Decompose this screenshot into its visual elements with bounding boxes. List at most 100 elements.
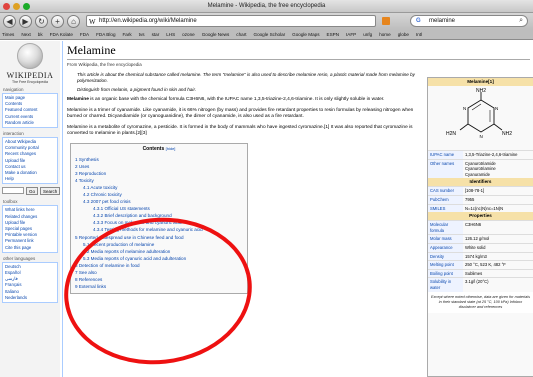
bookmark-item[interactable]: Next — [21, 32, 30, 37]
struct-label-n1: N — [495, 106, 498, 111]
minimize-window-button[interactable] — [13, 3, 20, 10]
infobox-value: White solid — [465, 244, 486, 250]
toc-item[interactable]: 4.3.4 Testing methods for melamine and c… — [75, 226, 243, 233]
toc-item[interactable]: 1 Synthesis — [75, 156, 243, 163]
infobox-row: Boiling point Sublimes — [428, 268, 533, 278]
bookmark-item[interactable]: Fark — [123, 32, 132, 37]
toc-item[interactable]: 5 Reported widespread use in Chinese fee… — [75, 234, 243, 241]
bookmark-item[interactable]: LHS — [166, 32, 175, 37]
bookmark-item[interactable]: Google News — [202, 32, 230, 37]
infobox-key[interactable]: IUPAC name — [428, 151, 463, 159]
infobox-key[interactable]: Density — [428, 252, 463, 261]
back-button[interactable]: ◀ — [3, 15, 16, 28]
bookmark-item[interactable]: globe — [398, 32, 409, 37]
infobox-value: N=1c(nc(N)nc=1N)N — [465, 205, 504, 211]
struct-label-n3: N — [480, 134, 483, 139]
close-window-button[interactable] — [3, 3, 10, 10]
search-button[interactable]: Search — [40, 187, 60, 196]
intro-paragraph-1-text: is an organic base with the chemical for… — [88, 97, 385, 102]
struct-label-right: NH2 — [502, 131, 512, 137]
bookmark-item[interactable]: Times — [2, 32, 14, 37]
infobox-key[interactable]: Boiling point — [428, 269, 463, 278]
infobox-key[interactable]: Melting point — [428, 261, 463, 269]
languages-heading: other languages — [3, 255, 36, 261]
forward-button[interactable]: ▶ — [19, 15, 32, 28]
toc-item[interactable]: 7 See also — [75, 269, 243, 276]
melamine-structure-image[interactable]: NH2 H2N NH2 N N N — [428, 86, 533, 150]
toc-item[interactable]: 4 Toxicity — [75, 177, 243, 184]
infobox-row: Molar mass 126.12 g/mol — [428, 234, 533, 243]
home-button[interactable]: ⌂ — [67, 15, 80, 28]
bookmark-item[interactable]: ESPN — [327, 32, 340, 37]
toc-item[interactable]: 4.3 2007 pet food crisis — [75, 198, 243, 205]
wikipedia-favicon-icon: W — [89, 18, 96, 26]
wikipedia-logo[interactable]: WIKIPEDIA The Free Encyclopedia — [0, 43, 60, 85]
infobox-key[interactable]: PubChem — [428, 195, 463, 204]
toc-item[interactable]: 5.1 Recent production of melamine — [75, 241, 243, 248]
google-icon: G — [416, 18, 421, 24]
bookmark-item[interactable]: ozone — [182, 32, 195, 37]
infobox-value: Cyanurotriamide Cyanurotriamine Cyanuram… — [465, 160, 496, 177]
toc-item[interactable]: 9 External links — [75, 283, 243, 290]
bookmark-item[interactable]: tvs — [139, 32, 145, 37]
infobox-key[interactable]: CAS number — [428, 187, 463, 195]
toc-item[interactable]: 4.2 Chronic toxicity — [75, 191, 243, 198]
bookmark-item[interactable]: FDA Kolate — [50, 32, 73, 37]
bookmark-item[interactable]: home — [379, 32, 391, 37]
infobox-value: 250 °C, 523 K, 482 °F — [465, 262, 506, 268]
toolbox-heading: toolbox — [3, 199, 18, 205]
lead-term: Melamine — [67, 97, 89, 102]
reload-button[interactable]: ↻ — [35, 15, 48, 28]
zoom-window-button[interactable] — [23, 3, 30, 10]
toc-item[interactable]: 5.3 Media reports of cyanuric acid and a… — [75, 255, 243, 262]
toc-hide-link[interactable]: [hide] — [166, 146, 176, 151]
rss-icon[interactable] — [382, 17, 390, 25]
bookmark-item[interactable]: Intl — [416, 32, 422, 37]
search-field[interactable]: G melamine ⌕ — [410, 15, 528, 27]
address-bar[interactable]: W http://en.wikipedia.org/wiki/Melamine — [86, 15, 376, 27]
infobox-key[interactable]: SMILES — [428, 204, 463, 213]
infobox-key[interactable]: Other names — [428, 159, 463, 179]
infobox-value: 3.1g/l (20°C) — [465, 279, 489, 285]
bookmark-item[interactable]: chart — [236, 32, 246, 37]
bookmark-item[interactable]: unfg — [363, 32, 372, 37]
bookmarks-bar: Times Next bk FDA Kolate FDA FDA Blog Fark tvs s… — [0, 30, 533, 40]
bookmark-item[interactable]: bk — [38, 32, 43, 37]
hatnote-distinguish: Distinguish from melanin, a pigment foun… — [77, 87, 197, 92]
infobox-value: Sublimes — [465, 270, 483, 276]
toc-item[interactable]: 4.3.1 Official US statements — [75, 205, 243, 212]
toc-item[interactable]: 4.1 Acute toxicity — [75, 184, 243, 191]
infobox-key[interactable]: Appearance — [428, 243, 463, 252]
sidebar-language-link[interactable]: Nederlands — [5, 295, 55, 301]
infobox-key[interactable]: Molecular formula — [428, 221, 463, 235]
toc-item[interactable]: 2 Uses — [75, 163, 243, 170]
bookmark-item[interactable]: Google Maps — [292, 32, 319, 37]
infobox-row: CAS number [108-78-1] — [428, 186, 533, 195]
bookmark-item[interactable]: FDA — [80, 32, 89, 37]
magnifier-icon[interactable]: ⌕ — [519, 16, 523, 26]
infobox-key[interactable]: Molar mass — [428, 235, 463, 243]
toc-item[interactable]: 4.3.2 Brief description and background — [75, 212, 243, 219]
toc-item[interactable]: 8 References — [75, 276, 243, 283]
go-button[interactable]: Go — [26, 187, 39, 196]
toc-item[interactable]: 5.2 Media reports of melamine adulterati… — [75, 248, 243, 255]
identifiers-heading: Identifiers — [428, 178, 533, 187]
infobox-key[interactable]: Solubility in water — [428, 278, 463, 292]
sidebar-nav-link[interactable]: Random article — [5, 120, 55, 126]
struct-label-left: H2N — [446, 131, 456, 137]
bookmark-item[interactable]: star — [152, 32, 160, 37]
toc-item[interactable]: 6 Detection of melamine in food — [75, 262, 243, 269]
add-bookmark-button[interactable]: + — [51, 15, 64, 28]
sidebar-toolbox-link[interactable]: Cite this page — [5, 245, 55, 251]
struct-label-top: NH2 — [476, 88, 486, 94]
wiki-search-input[interactable] — [2, 187, 24, 195]
toc-item[interactable]: 3 Reproduction — [75, 170, 243, 177]
bookmark-item[interactable]: FDA Blog — [96, 32, 115, 37]
bookmark-item[interactable]: Google Scholar — [254, 32, 286, 37]
bookmark-item[interactable]: IAFP — [346, 32, 356, 37]
wiki-sidebar: WIKIPEDIA The Free Encyclopedia navigati… — [0, 41, 60, 377]
navigation-portlet: Main page Contents Featured content Current… — [2, 93, 58, 129]
intro-paragraph-1: Melamine is an organic base with the che… — [67, 97, 415, 104]
toc-item[interactable]: 4.3.3 Focus on melamine and cyanuric aci… — [75, 219, 243, 226]
sidebar-interaction-link[interactable]: Help — [5, 176, 55, 182]
